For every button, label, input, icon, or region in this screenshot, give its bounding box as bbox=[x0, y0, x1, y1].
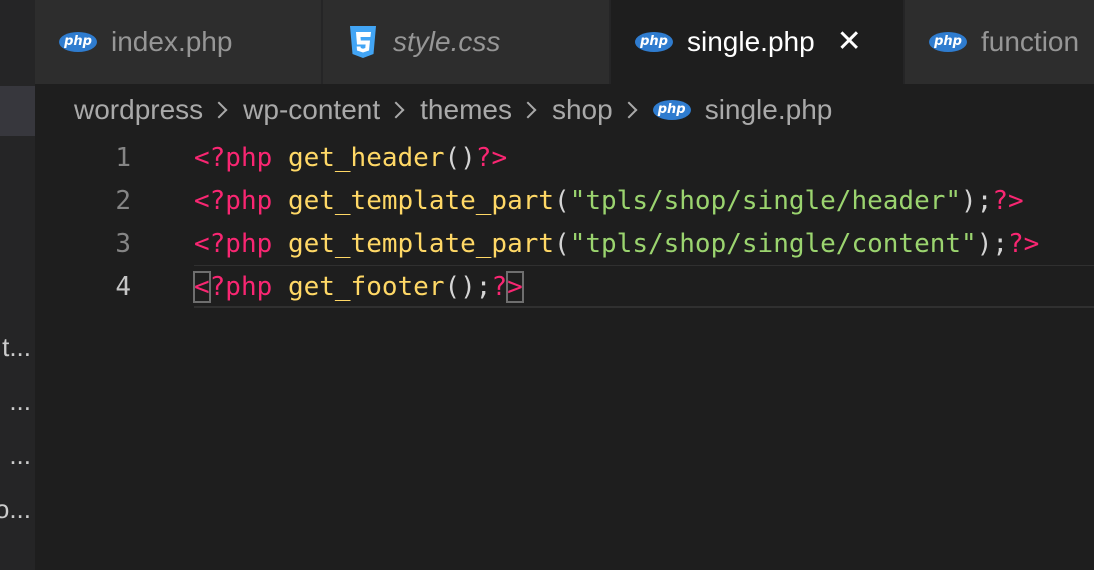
line-number: 2 bbox=[115, 185, 131, 216]
sidebar-item-truncated[interactable]: ... bbox=[9, 386, 31, 417]
code-token: ?> bbox=[992, 185, 1024, 216]
code-token: <?php bbox=[194, 185, 273, 216]
chevron-right-icon bbox=[387, 101, 405, 119]
breadcrumb-item[interactable]: shop bbox=[552, 94, 613, 126]
sidebar-item-truncated[interactable]: t... bbox=[2, 332, 31, 363]
code-token: get_header bbox=[287, 142, 445, 173]
bracket-match: < bbox=[193, 270, 211, 303]
chevron-right-icon bbox=[620, 101, 638, 119]
tab-label: index.php bbox=[111, 26, 233, 57]
code-content[interactable]: <?php get_header() ?> bbox=[194, 136, 507, 179]
code-token: <?php bbox=[194, 142, 273, 173]
code-token: "tpls/shop/single/header" bbox=[569, 185, 962, 216]
php-icon: php bbox=[929, 32, 967, 52]
editor-tab-bar: php index.php style.css php single.php ✕… bbox=[35, 0, 1094, 84]
tab-single-php[interactable]: php single.php ✕ bbox=[611, 0, 905, 84]
code-token: get_template_part bbox=[287, 185, 555, 216]
tab-label: function bbox=[981, 26, 1080, 57]
chevron-right-icon bbox=[210, 101, 228, 119]
code-token: <?php bbox=[194, 228, 273, 259]
code-content[interactable]: < ?php get_footer ();? > bbox=[193, 265, 524, 308]
tab-style-css[interactable]: style.css bbox=[323, 0, 611, 84]
line-number: 3 bbox=[115, 228, 131, 259]
code-token: ? bbox=[491, 271, 508, 302]
php-icon: php bbox=[59, 32, 97, 52]
tab-index-php[interactable]: php index.php bbox=[35, 0, 323, 84]
breadcrumb: wordpress wp-content themes shop php sin… bbox=[74, 88, 832, 132]
php-icon: php bbox=[652, 100, 691, 120]
tab-label: single.php bbox=[687, 26, 815, 57]
sidebar-item-truncated[interactable]: o... bbox=[0, 494, 31, 525]
code-token: ( bbox=[554, 185, 570, 216]
code-token: ?php bbox=[209, 271, 273, 302]
line-number: 1 bbox=[115, 142, 131, 173]
code-editor[interactable]: 1 <?php get_header() ?> 2 <?php get_template… bbox=[35, 136, 1094, 570]
code-token: "tpls/shop/single/content" bbox=[569, 228, 977, 259]
code-token: ?> bbox=[475, 142, 508, 173]
tab-label: style.css bbox=[393, 26, 501, 57]
code-token: get_template_part bbox=[287, 228, 555, 259]
code-token: ); bbox=[976, 228, 1009, 259]
code-line[interactable]: 2 <?php get_template_part("tpls/shop/sing… bbox=[35, 179, 1094, 222]
bracket-match: > bbox=[506, 270, 524, 303]
css3-icon bbox=[350, 26, 376, 58]
breadcrumb-item[interactable]: themes bbox=[420, 94, 512, 126]
chevron-right-icon bbox=[519, 101, 537, 119]
code-line[interactable]: 3 <?php get_template_part("tpls/shop/sing… bbox=[35, 222, 1094, 265]
breadcrumb-file[interactable]: single.php bbox=[705, 94, 833, 126]
sidebar-selected-item[interactable] bbox=[0, 86, 35, 136]
tab-functions-php[interactable]: php function bbox=[905, 0, 1094, 84]
code-content[interactable]: <?php get_template_part("tpls/shop/singl… bbox=[194, 179, 1024, 222]
code-token: (); bbox=[444, 271, 492, 302]
code-line[interactable]: 1 <?php get_header() ?> bbox=[35, 136, 1094, 179]
code-token: ?> bbox=[1008, 228, 1040, 259]
breadcrumb-item[interactable]: wordpress bbox=[74, 94, 203, 126]
code-token: ); bbox=[961, 185, 993, 216]
code-token: () bbox=[444, 142, 476, 173]
line-number: 4 bbox=[115, 271, 131, 302]
breadcrumb-item[interactable]: wp-content bbox=[243, 94, 380, 126]
code-line[interactable]: 4 < ?php get_footer ();? > bbox=[35, 265, 1094, 308]
close-icon[interactable]: ✕ bbox=[837, 27, 862, 57]
sidebar-item-truncated[interactable]: ... bbox=[9, 440, 31, 471]
code-token: get_footer bbox=[287, 271, 445, 302]
code-content[interactable]: <?php get_template_part("tpls/shop/singl… bbox=[194, 222, 1039, 265]
explorer-sidebar: t... ... ... o... bbox=[0, 0, 35, 570]
php-icon: php bbox=[635, 32, 673, 52]
code-token: ( bbox=[554, 228, 570, 259]
